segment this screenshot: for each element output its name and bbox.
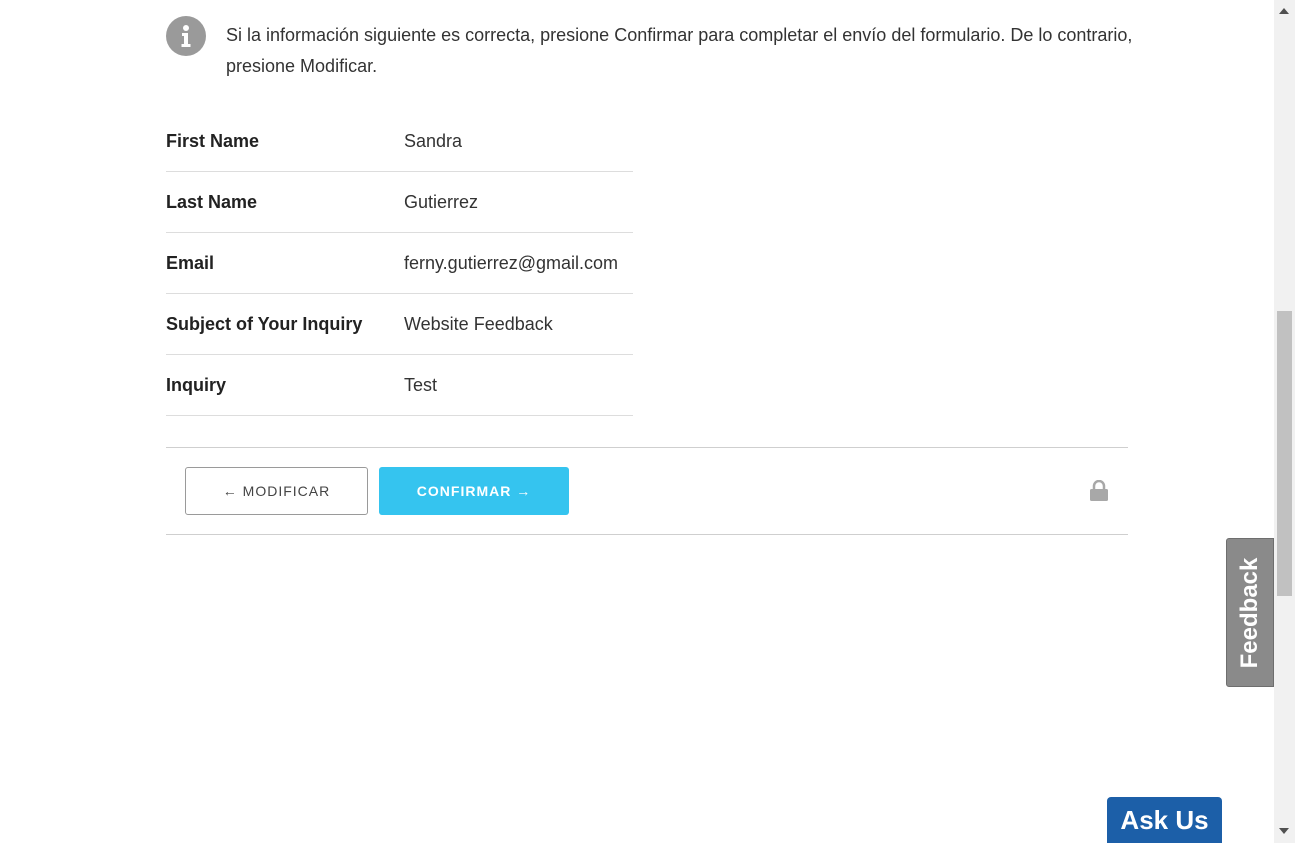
table-row: Last Name Gutierrez	[166, 171, 633, 233]
confirm-button[interactable]: CONFIRMAR →	[379, 467, 569, 515]
feedback-tab-label: Feedback	[1236, 557, 1263, 668]
info-icon	[166, 16, 206, 56]
lock-icon	[1089, 479, 1109, 502]
field-label: First Name	[166, 111, 404, 172]
field-value: Website Feedback	[404, 293, 633, 355]
modify-button[interactable]: ← MODIFICAR	[185, 467, 368, 515]
table-row: Inquiry Test	[166, 354, 633, 416]
ask-us-button[interactable]: Ask Us	[1107, 797, 1222, 843]
table-row: First Name Sandra	[166, 111, 633, 172]
field-label: Last Name	[166, 171, 404, 233]
field-label: Email	[166, 232, 404, 294]
field-value: Sandra	[404, 111, 633, 172]
divider	[166, 534, 1128, 535]
scroll-down-arrow-icon[interactable]	[1279, 828, 1289, 834]
field-value: ferny.gutierrez@gmail.com	[404, 232, 633, 294]
scrollbar-thumb[interactable]	[1277, 311, 1292, 596]
feedback-tab[interactable]: Feedback	[1226, 538, 1274, 687]
table-row: Subject of Your Inquiry Website Feedback	[166, 293, 633, 355]
field-value: Test	[404, 354, 633, 416]
field-label: Subject of Your Inquiry	[166, 293, 404, 355]
field-label: Inquiry	[166, 354, 404, 416]
submission-summary-table: First Name Sandra Last Name Gutierrez Em…	[166, 111, 633, 416]
scrollbar[interactable]	[1274, 0, 1295, 843]
table-row: Email ferny.gutierrez@gmail.com	[166, 232, 633, 294]
notice-text: Si la información siguiente es correcta,…	[226, 25, 1133, 76]
field-value: Gutierrez	[404, 171, 633, 233]
scroll-up-arrow-icon[interactable]	[1279, 8, 1289, 14]
divider	[166, 447, 1128, 448]
